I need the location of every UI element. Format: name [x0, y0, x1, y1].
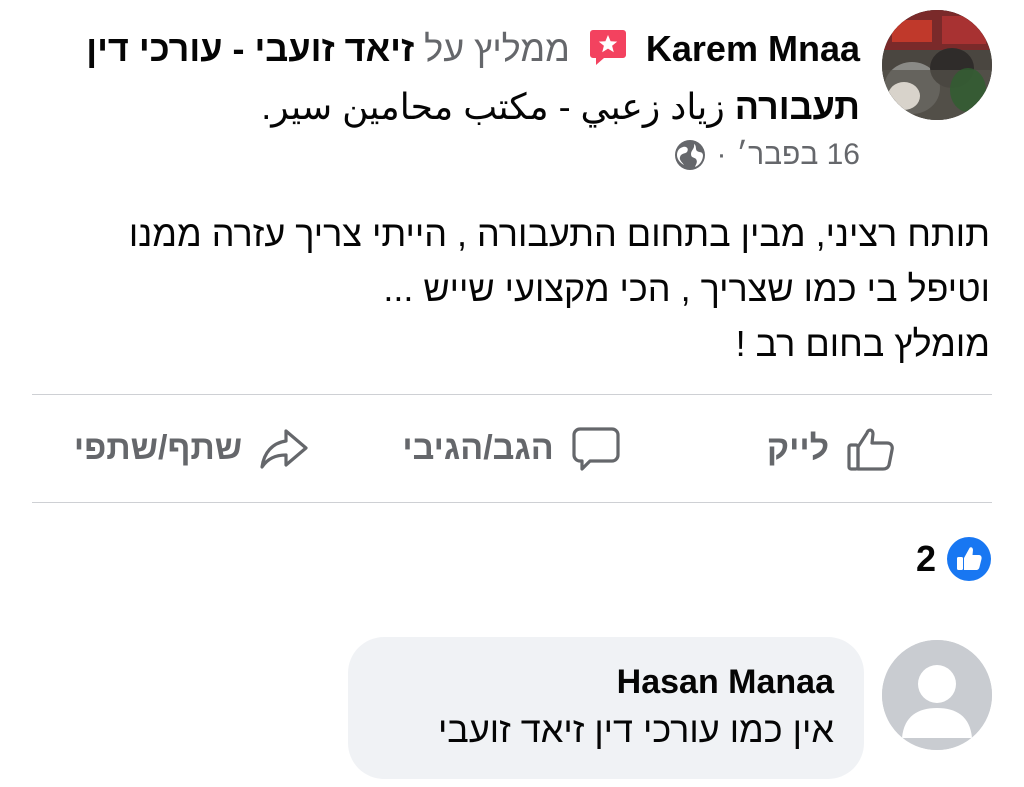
share-label: שתף/שתפי	[73, 429, 243, 467]
reactions-summary[interactable]: 2	[916, 536, 992, 582]
comment-label: הגב/הגיבי	[402, 429, 554, 467]
meta-separator: ·	[716, 138, 727, 171]
recommend-text: ממליץ על	[424, 28, 570, 69]
comment-author[interactable]: Hasan Manaa	[378, 661, 834, 703]
post-body-line: וטיפל בי כמו שצריך , הכי מקצועי שייש ...	[383, 268, 990, 309]
author-avatar[interactable]	[882, 10, 992, 120]
post-body-line: תותח רציני, מבין בתחום התעבורה , הייתי צ…	[128, 213, 990, 254]
comment-button[interactable]: הגב/הגיבי	[352, 423, 672, 475]
like-reaction-icon	[946, 536, 992, 582]
author-name[interactable]: Karem Mnaa	[646, 28, 860, 69]
share-arrow-icon	[258, 423, 310, 475]
like-button[interactable]: לייק	[672, 423, 992, 475]
comment-bubble: Hasan Manaa אין כמו עורכי דין זיאד זועבי	[348, 637, 864, 779]
post-body-line: מומלץ בחום רב !	[735, 323, 990, 364]
author-avatar-image	[882, 10, 992, 120]
speech-bubble-icon	[570, 423, 622, 475]
page-name-arabic[interactable]: زياد زعبي - مكتب محامين سير.	[261, 86, 724, 127]
post-meta: 16 בפבר׳ ·	[673, 138, 860, 172]
recommend-star-icon	[588, 27, 628, 67]
globe-icon	[673, 138, 707, 172]
post-date[interactable]: 16 בפבר׳	[737, 138, 860, 172]
post-actions-bar: לייק הגב/הגיבי שתף/שתפי	[32, 395, 992, 502]
thumbs-up-icon	[845, 423, 897, 475]
post-body: תותח רציני, מבין בתחום התעבורה , הייתי צ…	[30, 206, 990, 371]
reactions-count: 2	[915, 538, 936, 579]
post-header: Karem Mnaa ממליץ על זיאד זועבי - עורכי ד…	[60, 20, 860, 136]
share-button[interactable]: שתף/שתפי	[32, 423, 352, 475]
comment-text: אין כמו עורכי דין זיאד זועבי	[437, 709, 834, 750]
default-avatar-icon	[882, 640, 992, 750]
post-card: Karem Mnaa ממליץ על זיאד זועבי - עורכי ד…	[0, 0, 1024, 787]
commenter-avatar[interactable]	[882, 640, 992, 750]
like-label: לייק	[766, 429, 830, 467]
actions-divider-bottom	[32, 502, 992, 503]
